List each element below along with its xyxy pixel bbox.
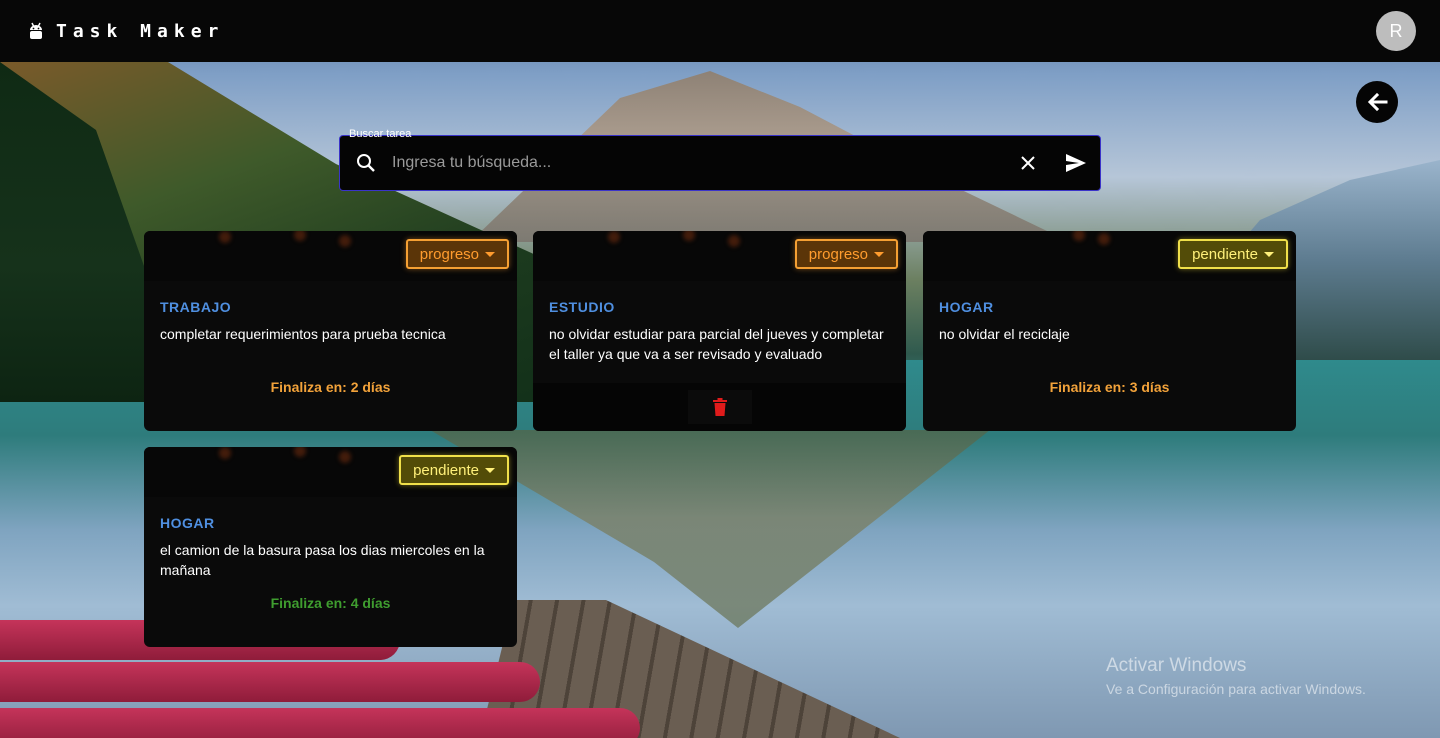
status-label: progreso [808, 245, 868, 263]
background-dock [480, 600, 900, 738]
task-card-header: progreso [533, 231, 906, 281]
task-card: pendiente HOGAR no olvidar el reciclaje … [923, 231, 1296, 431]
avatar[interactable]: R [1376, 11, 1416, 51]
background-kayak [0, 708, 640, 738]
task-description: no olvidar estudiar para parcial del jue… [549, 326, 884, 362]
task-card-header: pendiente [144, 447, 517, 497]
caret-down-icon [485, 467, 495, 473]
decor-bokeh [608, 231, 620, 243]
task-category: TRABAJO [160, 299, 232, 315]
status-dropdown[interactable]: pendiente [1178, 239, 1288, 269]
background-kayak [0, 662, 540, 702]
task-description: el camion de la basura pasa los dias mie… [160, 542, 485, 578]
android-icon [28, 21, 44, 41]
decor-bokeh [683, 231, 695, 241]
task-due: Finaliza en: 4 días [270, 595, 391, 611]
decor-bokeh [294, 447, 306, 457]
task-card-header: pendiente [923, 231, 1296, 281]
task-category: HOGAR [160, 515, 215, 531]
arrow-left-icon [1367, 92, 1388, 112]
task-card: pendiente HOGAR el camion de la basura p… [144, 447, 517, 647]
decor-bokeh [1098, 233, 1110, 245]
task-card-header: progreso [144, 231, 517, 281]
status-dropdown[interactable]: progreso [794, 239, 898, 269]
search-label: Buscar tarea [349, 128, 412, 140]
decor-bokeh [339, 235, 351, 247]
search-box [339, 135, 1101, 191]
submit-search-button[interactable] [1052, 135, 1100, 191]
app-header: Task Maker R [0, 0, 1440, 62]
task-card: progreso TRABAJO completar requerimiento… [144, 231, 517, 431]
decor-bokeh [219, 231, 231, 243]
watermark-title: Activar Windows [1106, 655, 1247, 676]
task-due: Finaliza en: 3 días [1049, 379, 1170, 395]
delete-task-button[interactable] [687, 390, 752, 424]
status-label: pendiente [1192, 245, 1258, 263]
decor-bokeh [339, 451, 351, 463]
caret-down-icon [874, 251, 884, 257]
decor-bokeh [1073, 231, 1085, 241]
status-dropdown[interactable]: pendiente [399, 455, 509, 485]
brand[interactable]: Task Maker [28, 21, 224, 42]
search-input[interactable] [392, 136, 1004, 190]
task-description: no olvidar el reciclaje [939, 326, 1070, 342]
task-category: ESTUDIO [549, 299, 615, 315]
app-title: Task Maker [56, 20, 225, 42]
status-label: progreso [419, 245, 479, 263]
send-icon [1066, 154, 1086, 172]
decor-bokeh [294, 231, 306, 241]
clear-search-button[interactable] [1004, 135, 1052, 191]
decor-bokeh [728, 235, 740, 247]
status-label: pendiente [413, 461, 479, 479]
back-button[interactable] [1356, 81, 1398, 123]
trash-icon [712, 398, 727, 416]
windows-activation-watermark: Activar Windows Ve a Configuración para … [1106, 655, 1366, 697]
decor-bokeh [219, 447, 231, 459]
caret-down-icon [485, 251, 495, 257]
caret-down-icon [1264, 251, 1274, 257]
close-icon [1021, 156, 1035, 170]
task-card: progreso ESTUDIO no olvidar estudiar par… [533, 231, 906, 431]
search-icon [340, 153, 392, 173]
search-field: Buscar tarea [339, 127, 1101, 191]
task-actions [533, 383, 906, 431]
task-description: completar requerimientos para prueba tec… [160, 326, 446, 342]
watermark-subtitle: Ve a Configuración para activar Windows. [1106, 681, 1366, 697]
task-category: HOGAR [939, 299, 994, 315]
status-dropdown[interactable]: progreso [405, 239, 509, 269]
task-due: Finaliza en: 2 días [270, 379, 391, 395]
